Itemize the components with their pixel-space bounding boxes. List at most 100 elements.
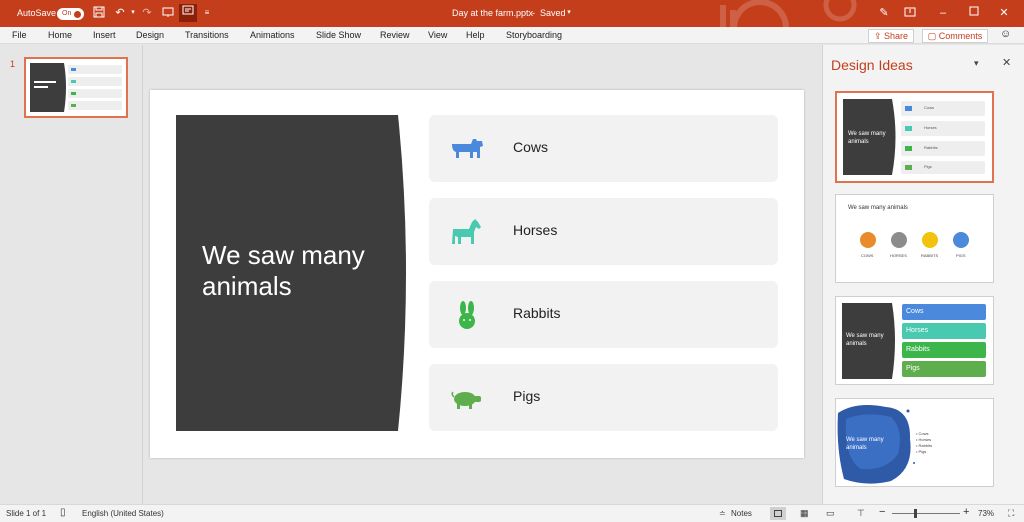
tab-insert[interactable]: Insert — [93, 30, 116, 40]
notes-icon: ≐ — [719, 509, 726, 518]
save-icon[interactable] — [92, 6, 106, 20]
design-title: We saw many animals — [848, 131, 886, 145]
design-title: We saw many animals — [846, 333, 884, 347]
close-icon[interactable]: ✕ — [997, 6, 1011, 20]
tab-view[interactable]: View — [428, 30, 447, 40]
maximize-icon[interactable] — [967, 6, 981, 20]
pane-options-icon[interactable]: ▾ — [974, 58, 979, 69]
design-idea-1[interactable]: We saw many animals Cows Horses Rabbits … — [835, 91, 994, 183]
comments-button[interactable]: ▢ Comments — [922, 29, 988, 43]
list-item-pigs[interactable]: Pigs — [429, 364, 778, 431]
slide-thumbnail[interactable] — [24, 57, 128, 118]
pig-icon — [451, 391, 481, 409]
tab-home[interactable]: Home — [48, 30, 72, 40]
comments-label: Comments — [938, 31, 983, 41]
slide-info: Slide 1 of 1 — [6, 509, 47, 518]
list-item-cows[interactable]: Cows — [429, 115, 778, 182]
tab-storyboarding[interactable]: Storyboarding — [506, 30, 562, 40]
autosave-label: AutoSave — [17, 8, 57, 18]
design-item: Rabbits — [924, 145, 938, 150]
ribbon-tabs: File Home Insert Design Transitions Anim… — [0, 27, 1024, 44]
design-bullet: • Rabbits — [916, 443, 933, 448]
chevron-down-icon[interactable]: ▾ — [562, 6, 576, 20]
title-bar: AutoSave On ↶ ▾ ↷ ≡ Day at the farm.pptx… — [0, 0, 1024, 27]
share-icon: ⇪ — [873, 31, 882, 41]
fit-to-window-icon[interactable]: ⛶ — [1008, 508, 1014, 519]
cow-icon — [860, 232, 876, 248]
design-title: We saw many animals — [846, 437, 884, 451]
design-ideas-title: Design Ideas — [831, 57, 913, 73]
design-item: Horses — [924, 125, 937, 130]
zoom-slider[interactable] — [892, 513, 960, 514]
design-idea-3[interactable]: We saw many animals Cows Horses Rabbits … — [835, 296, 994, 385]
reading-view-icon[interactable]: ▭ — [826, 508, 835, 519]
smiley-icon[interactable]: ☺ — [1000, 28, 1011, 40]
horse-icon — [452, 219, 481, 244]
slide-number: 1 — [10, 59, 16, 69]
list-item-rabbits[interactable]: Rabbits — [429, 281, 778, 348]
normal-view-glyph — [774, 510, 782, 517]
accessibility-icon[interactable]: ▯ — [60, 507, 66, 518]
pen-icon[interactable]: ✎ — [877, 6, 891, 20]
design-item: Cows — [906, 308, 924, 315]
autosave-state: On — [62, 10, 72, 17]
document-title: Day at the farm.pptx — [452, 8, 534, 18]
share-label: Share — [884, 31, 909, 41]
presenter-icon[interactable] — [179, 4, 197, 22]
rabbit-icon — [459, 301, 475, 329]
chevron-down-icon[interactable]: ▾ — [126, 6, 140, 20]
slide-canvas[interactable]: We saw many animals Cows Horses Rabbits — [150, 90, 804, 458]
design-item: Cows — [924, 105, 935, 110]
design-item: Rabbits — [906, 346, 930, 353]
zoom-out-icon[interactable]: − — [879, 506, 885, 518]
undo-icon[interactable]: ↶ — [113, 6, 127, 20]
zoom-in-icon[interactable]: + — [963, 506, 969, 518]
slide-thumbnail-preview — [30, 63, 122, 112]
ribbon-display-icon[interactable] — [903, 6, 917, 20]
notes-button[interactable]: Notes — [731, 509, 752, 518]
slide-title[interactable]: We saw many animals — [202, 240, 392, 302]
list-item-horses[interactable]: Horses — [429, 198, 778, 265]
tab-design[interactable]: Design — [136, 30, 164, 40]
design-item: Rabbits — [918, 443, 933, 448]
zoom-level[interactable]: 73% — [978, 509, 994, 518]
design-item: Horses — [906, 327, 929, 334]
tab-review[interactable]: Review — [380, 30, 410, 40]
design-idea-2[interactable]: We saw many animals COWS HORSES RABBITS … — [835, 194, 994, 283]
slide-sorter-icon[interactable]: ▦ — [800, 508, 809, 519]
close-pane-icon[interactable]: ✕ — [1002, 56, 1011, 69]
tab-file[interactable]: File — [12, 30, 27, 40]
slideshow-icon[interactable] — [161, 6, 175, 20]
design-item: Horses — [918, 437, 932, 442]
customize-icon[interactable]: ≡ — [200, 6, 214, 20]
share-button[interactable]: ⇪ Share — [868, 29, 914, 43]
tab-slide-show[interactable]: Slide Show — [316, 30, 361, 40]
item-label: Pigs — [513, 388, 541, 404]
autosave-toggle[interactable]: On — [57, 8, 84, 20]
cow-icon — [452, 139, 483, 158]
zoom-slider-thumb[interactable] — [914, 509, 917, 518]
design-idea-4[interactable]: We saw many animals • Cows • Horses • Ra… — [835, 398, 994, 487]
design-item: PIGS — [956, 253, 966, 258]
tab-animations[interactable]: Animations — [250, 30, 295, 40]
status-bar: Slide 1 of 1 ▯ English (United States) ≐… — [0, 504, 1024, 522]
language-status[interactable]: English (United States) — [82, 509, 164, 518]
horse-icon — [891, 232, 907, 248]
minimize-icon[interactable]: – — [936, 6, 950, 20]
tab-transitions[interactable]: Transitions — [185, 30, 229, 40]
design-title: We saw many animals — [848, 205, 908, 211]
design-item: RABBITS — [921, 253, 939, 258]
design-item: Pigs — [906, 365, 920, 372]
redo-icon[interactable]: ↷ — [140, 6, 154, 20]
slideshow-view-icon[interactable]: ⊤ — [857, 508, 865, 519]
toggle-knob — [74, 11, 81, 18]
background-pattern — [720, 0, 857, 27]
item-label: Horses — [513, 222, 558, 238]
tab-help[interactable]: Help — [466, 30, 485, 40]
item-label: Rabbits — [513, 305, 561, 321]
comment-icon: ▢ — [927, 31, 937, 41]
design-item: Pigs — [918, 449, 927, 454]
design-item: HORSES — [890, 253, 907, 258]
item-label: Cows — [513, 139, 549, 155]
design-item: Cows — [918, 431, 929, 436]
